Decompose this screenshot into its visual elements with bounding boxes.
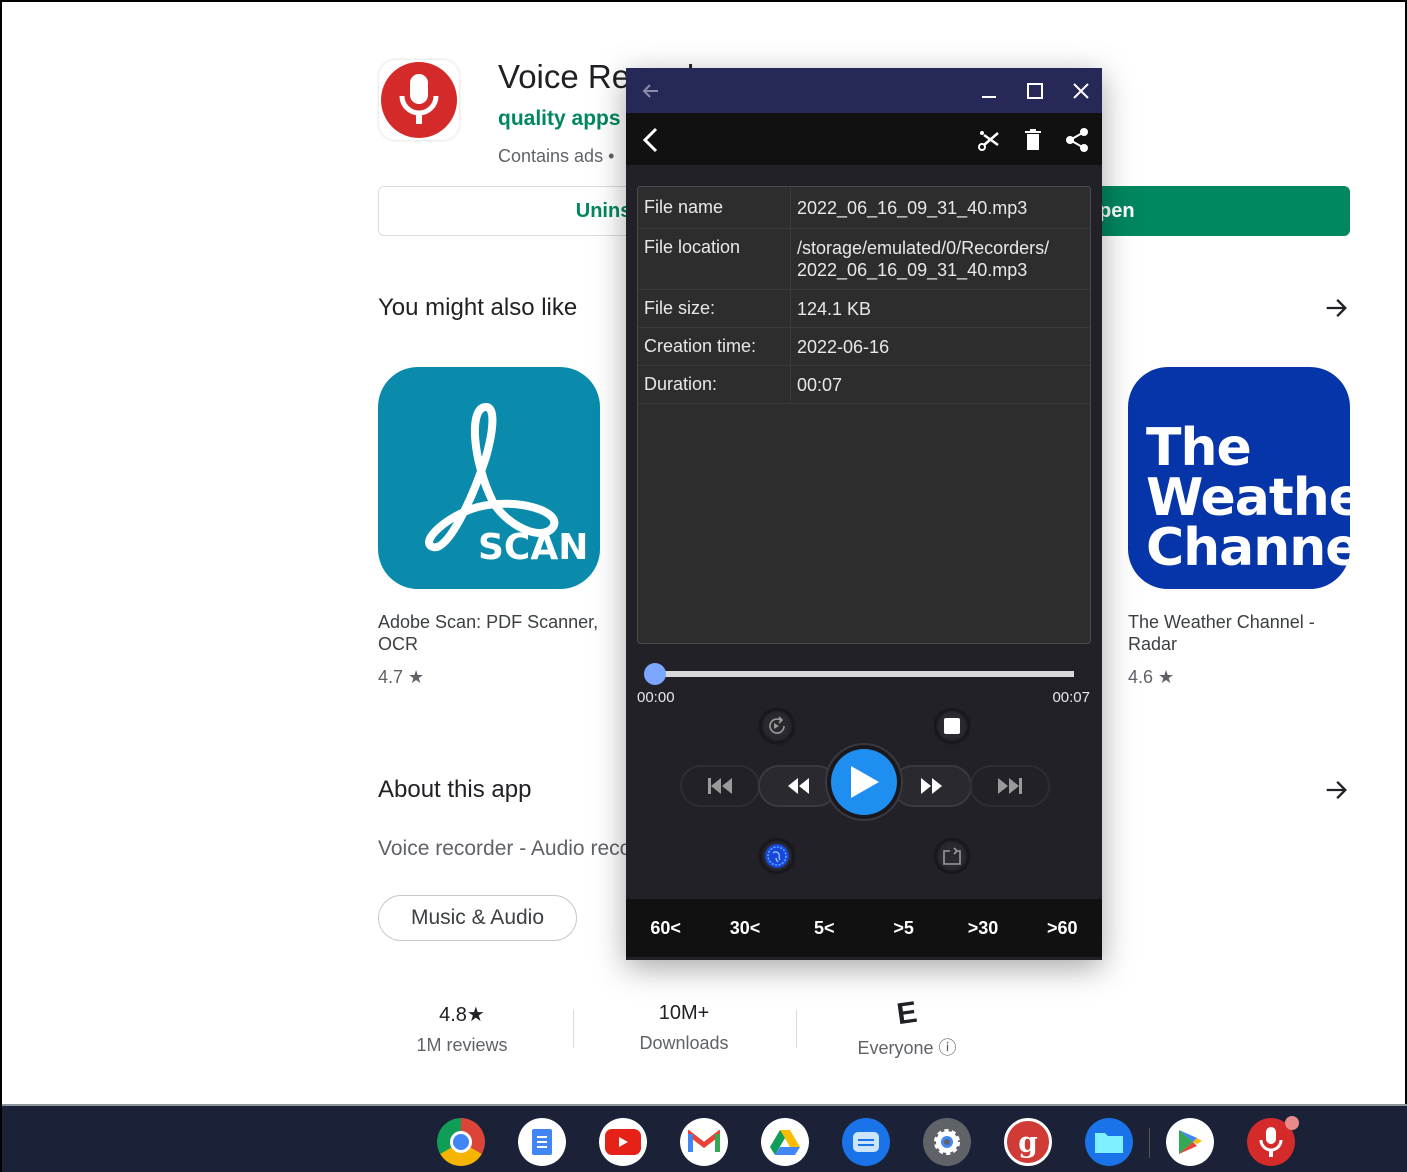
adobe-scan-icon-text: SCAN [478,527,588,568]
youtube-icon[interactable] [599,1118,647,1166]
app-name: The Weather Channel - Radar [1128,612,1315,654]
screen: Voice Recorder quality apps Contains ads… [0,0,1407,1172]
maximize-icon[interactable] [1022,78,1048,104]
back-arrow-icon[interactable] [638,78,664,104]
info-value: 124.1 KB [797,298,872,319]
divider [796,1010,797,1048]
play-button[interactable] [831,749,897,815]
divider [573,1010,574,1048]
shelf-separator [1149,1128,1150,1158]
microphone-icon [399,74,439,124]
downloads-label: Downloads [639,1033,729,1053]
arrow-right-icon[interactable] [1322,294,1350,322]
play-icon [851,766,879,798]
minimize-icon[interactable] [976,78,1002,104]
voice-recorder-shelf-icon[interactable] [1247,1116,1299,1166]
close-icon[interactable] [1068,78,1094,104]
seek-button-bar: 60< 30< 5< >5 >30 >60 [626,899,1102,957]
fast-forward-button[interactable] [892,765,972,807]
shelf: g [2,1104,1407,1172]
info-row: Duration: 00:07 [638,366,1090,404]
seek-back-5-button[interactable]: 5< [794,918,854,939]
recorder-window: File name 2022_06_16_09_31_40.mp3 File l… [626,68,1102,960]
slider-thumb[interactable] [644,663,666,685]
app-rating: 4.6 ★ [1128,667,1175,687]
slider-track[interactable] [656,671,1074,677]
globe-icon[interactable] [760,839,794,873]
file-info-table: File name 2022_06_16_09_31_40.mp3 File l… [637,186,1091,644]
recorder-toolbar [626,113,1102,165]
app-name: Adobe Scan: PDF Scanner, OCR [378,612,599,654]
seek-forward-60-button[interactable]: >60 [1032,918,1092,939]
recommended-app-card[interactable]: SCAN Adobe Scan: PDF Scanner, OCR 4.7 ★ [378,367,600,688]
rewind-icon [788,778,809,794]
info-row: File size: 124.1 KB [638,290,1090,328]
time-current: 00:00 [637,689,675,706]
esrb-everyone-icon: E [894,995,920,1032]
about-this-app-heading: About this app [378,776,532,803]
you-might-also-like-heading: You might also like [378,294,578,321]
fast-forward-icon [921,778,942,794]
contains-ads-label: Contains ads • [498,146,615,166]
info-key: Creation time: [638,328,791,365]
info-value: 2022-06-16 [797,336,890,357]
time-total: 00:07 [1052,689,1090,706]
drive-icon[interactable] [761,1118,809,1166]
skip-previous-icon [708,778,732,794]
weather-channel-icon: TheWeatherChannel [1128,367,1350,589]
recorder-content: File name 2022_06_16_09_31_40.mp3 File l… [626,165,1102,960]
downloads-stat: 10M+ Downloads [624,1002,744,1054]
gmail-icon[interactable] [680,1118,728,1166]
chevron-left-icon[interactable] [636,125,666,155]
notification-badge [1285,1116,1299,1130]
files-icon[interactable] [1085,1118,1133,1166]
rewind-button[interactable] [758,765,838,807]
info-key: File size: [638,290,791,327]
play-store-icon[interactable] [1166,1118,1214,1166]
rating-value: 4.8★ [439,1004,485,1026]
scissors-icon[interactable] [974,125,1004,155]
info-value: 00:07 [797,374,843,395]
info-key: File name [638,187,791,228]
messages-icon[interactable] [842,1118,890,1166]
seek-back-60-button[interactable]: 60< [636,918,696,939]
info-value: 2022_06_16_09_31_40.mp3 [797,197,1028,218]
skip-next-button[interactable] [970,765,1050,807]
info-row: File name 2022_06_16_09_31_40.mp3 [638,187,1090,229]
window-titlebar[interactable] [626,68,1102,113]
adobe-scan-icon: SCAN [378,367,600,589]
reviews-label: 1M reviews [416,1035,508,1055]
downloads-value: 10M+ [658,1002,710,1024]
skip-previous-button[interactable] [680,765,760,807]
chrome-icon[interactable] [437,1118,485,1166]
replay-icon[interactable] [760,709,794,743]
info-row: File location /storage/emulated/0/Record… [638,229,1090,290]
seek-forward-5-button[interactable]: >5 [874,918,934,939]
share-icon[interactable] [1062,125,1092,155]
grammar-app-icon[interactable]: g [1004,1118,1052,1166]
stop-icon[interactable] [935,709,969,743]
seek-forward-30-button[interactable]: >30 [953,918,1013,939]
app-rating: 4.7 ★ [378,667,425,687]
developer-link[interactable]: quality apps [498,107,621,131]
info-row: Creation time: 2022-06-16 [638,328,1090,366]
info-key: File location [638,229,791,289]
info-key: Duration: [638,366,791,403]
content-rating-stat: E Everyone ⓘ [847,996,967,1060]
docs-icon[interactable] [518,1118,566,1166]
seek-back-30-button[interactable]: 30< [715,918,775,939]
app-icon [379,60,459,140]
category-chip[interactable]: Music & Audio [378,895,577,941]
repeat-icon[interactable] [935,839,969,873]
trash-icon[interactable] [1018,125,1048,155]
rating-stat: 4.8★ 1M reviews [402,1002,522,1056]
content-rating-label[interactable]: Everyone ⓘ [847,1034,967,1060]
settings-icon[interactable] [923,1118,971,1166]
playback-slider[interactable] [644,663,1074,685]
arrow-right-icon[interactable] [1322,776,1350,804]
info-value: /storage/emulated/0/Recorders/ 2022_06_1… [797,238,1050,280]
skip-next-icon [998,778,1022,794]
recommended-app-card[interactable]: TheWeatherChannel The Weather Channel - … [1128,367,1350,688]
